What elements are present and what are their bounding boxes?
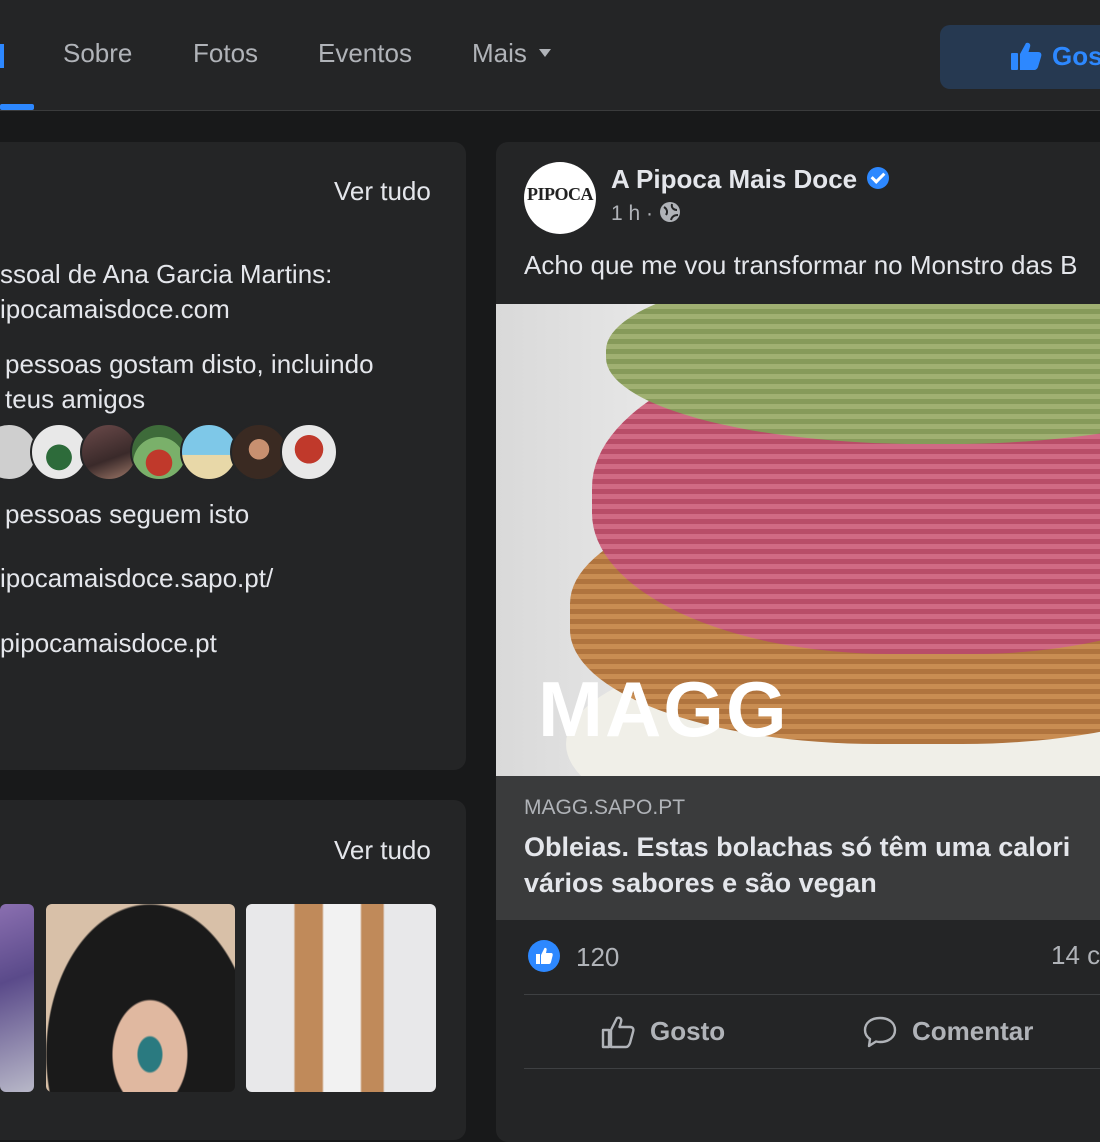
post-author[interactable]: A Pipoca Mais Doce <box>611 164 890 195</box>
intro-likes-line: pessoas gostam disto, incluindo <box>5 349 374 379</box>
tab-mais-label: Mais <box>472 38 527 68</box>
comment-icon <box>863 1016 897 1048</box>
profile-logo-text: PIPOCA <box>527 184 594 204</box>
comment-action-label: Comentar <box>912 1016 1034 1046</box>
intro-see-all-link[interactable]: Ver tudo <box>334 176 431 207</box>
intro-website-link[interactable]: ipocamaisdoce.sapo.pt/ <box>0 563 273 594</box>
post-timestamp[interactable]: 1 h · <box>611 202 653 225</box>
image-watermark: MAGG <box>538 665 789 753</box>
verified-badge-icon <box>867 167 890 190</box>
thumbs-up-icon <box>601 1016 635 1049</box>
thumbs-up-icon <box>1011 42 1042 70</box>
like-reaction-icon <box>528 940 560 972</box>
divider <box>524 1068 1100 1069</box>
intro-bio-link[interactable]: ipocamaisdoce.com <box>0 294 230 325</box>
like-page-label: Gos <box>1052 41 1100 71</box>
like-action-label: Gosto <box>650 1016 726 1046</box>
photos-see-all-link[interactable]: Ver tudo <box>334 835 431 866</box>
thumbs-up-icon <box>536 947 553 964</box>
post-meta: 1 h · <box>611 202 681 226</box>
link-title-line2: vários sabores e são vegan <box>524 868 877 898</box>
caret-down-icon <box>538 49 551 58</box>
intro-likes-line-2: teus amigos <box>5 384 146 414</box>
photo-thumbnail[interactable] <box>0 904 34 1092</box>
photo-thumbnail[interactable] <box>46 904 235 1092</box>
link-title-line1: Obleias. Estas bolachas só têm uma calor… <box>524 832 1071 862</box>
post-text: Acho que me vou transformar no Monstro d… <box>524 250 1078 280</box>
globe-icon <box>659 202 680 223</box>
tab-fotos[interactable]: Fotos <box>193 38 258 69</box>
page-profile-picture[interactable]: PIPOCA <box>524 162 596 234</box>
post-link-image[interactable]: MAGG <box>496 304 1100 776</box>
photo-thumbnail[interactable] <box>246 904 436 1092</box>
active-tab-underline <box>0 104 34 110</box>
divider <box>524 994 1100 995</box>
intro-email-link[interactable]: pipocamaisdoce.pt <box>0 628 217 659</box>
comments-count[interactable]: 14 c <box>1051 940 1100 971</box>
post-author-name: A Pipoca Mais Doce <box>611 164 858 194</box>
tab-eventos[interactable]: Eventos <box>318 38 412 69</box>
reactions-count[interactable]: 120 <box>576 942 619 973</box>
active-tab-indicator-edge <box>0 44 4 68</box>
link-preview[interactable]: MAGG.SAPO.PT Obleias. Estas bolachas só … <box>496 776 1100 920</box>
intro-bio-line: ssoal de Ana Garcia Martins: <box>0 259 333 289</box>
avatar[interactable] <box>280 423 338 481</box>
post-card: PIPOCA A Pipoca Mais Doce 1 h · Acho que… <box>496 142 1100 1142</box>
intro-follow-line: pessoas seguem isto <box>5 499 250 529</box>
page-tab-bar: Sobre Fotos Eventos Mais Gos <box>0 0 1100 111</box>
link-domain: MAGG.SAPO.PT <box>524 796 686 819</box>
tab-mais[interactable]: Mais <box>472 38 551 69</box>
like-page-button[interactable]: Gos <box>940 25 1100 89</box>
tab-sobre[interactable]: Sobre <box>63 38 132 69</box>
